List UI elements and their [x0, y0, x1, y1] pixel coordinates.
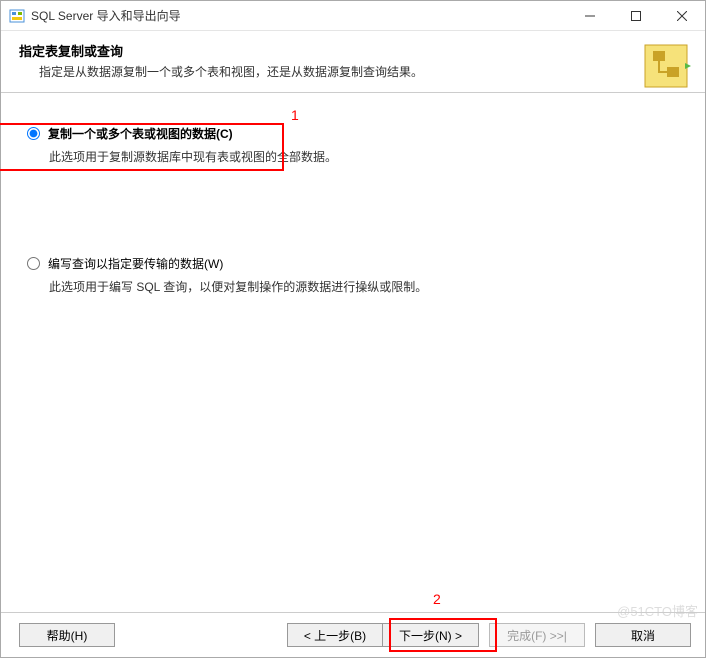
radio-write-query[interactable]: 编写查询以指定要传输的数据(W) — [27, 255, 687, 272]
cancel-button[interactable]: 取消 — [595, 623, 691, 647]
wizard-content: 1 复制一个或多个表或视图的数据(C) 此选项用于复制源数据库中现有表或视图的全… — [1, 93, 705, 612]
radio-copy-tables[interactable]: 复制一个或多个表或视图的数据(C) — [27, 125, 687, 142]
option-copy-tables: 复制一个或多个表或视图的数据(C) 此选项用于复制源数据库中现有表或视图的全部数… — [27, 125, 687, 165]
window-title: SQL Server 导入和导出向导 — [31, 7, 567, 24]
help-button[interactable]: 帮助(H) — [19, 623, 115, 647]
back-button[interactable]: < 上一步(B) — [287, 623, 383, 647]
option-copy-tables-desc: 此选项用于复制源数据库中现有表或视图的全部数据。 — [49, 148, 687, 165]
wizard-header: 指定表复制或查询 指定是从数据源复制一个或多个表和视图，还是从数据源复制查询结果… — [1, 31, 705, 93]
radio-copy-tables-input[interactable] — [27, 127, 40, 140]
nav-buttons: < 上一步(B) 下一步(N) > — [287, 623, 479, 647]
maximize-button[interactable] — [613, 1, 659, 30]
option-write-query-desc: 此选项用于编写 SQL 查询，以便对复制操作的源数据进行操纵或限制。 — [49, 278, 687, 295]
page-subtitle: 指定是从数据源复制一个或多个表和视图，还是从数据源复制查询结果。 — [39, 63, 687, 80]
next-button[interactable]: 下一步(N) > — [383, 623, 479, 647]
wizard-icon — [641, 41, 691, 91]
window-controls — [567, 1, 705, 30]
annotation-marker-2: 2 — [433, 591, 441, 607]
minimize-button[interactable] — [567, 1, 613, 30]
titlebar: SQL Server 导入和导出向导 — [1, 1, 705, 31]
radio-copy-tables-label: 复制一个或多个表或视图的数据(C) — [48, 125, 233, 142]
wizard-window: SQL Server 导入和导出向导 指定表复制或查询 指定是从数据源复制一个或… — [0, 0, 706, 658]
radio-write-query-input[interactable] — [27, 257, 40, 270]
close-button[interactable] — [659, 1, 705, 30]
finish-button: 完成(F) >>| — [489, 623, 585, 647]
app-icon — [9, 8, 25, 24]
annotation-marker-1: 1 — [291, 107, 299, 123]
radio-write-query-label: 编写查询以指定要传输的数据(W) — [48, 255, 223, 272]
option-write-query: 编写查询以指定要传输的数据(W) 此选项用于编写 SQL 查询，以便对复制操作的… — [27, 255, 687, 295]
wizard-footer: 2 帮助(H) < 上一步(B) 下一步(N) > 完成(F) >>| 取消 — [1, 612, 705, 657]
page-title: 指定表复制或查询 — [19, 41, 687, 60]
